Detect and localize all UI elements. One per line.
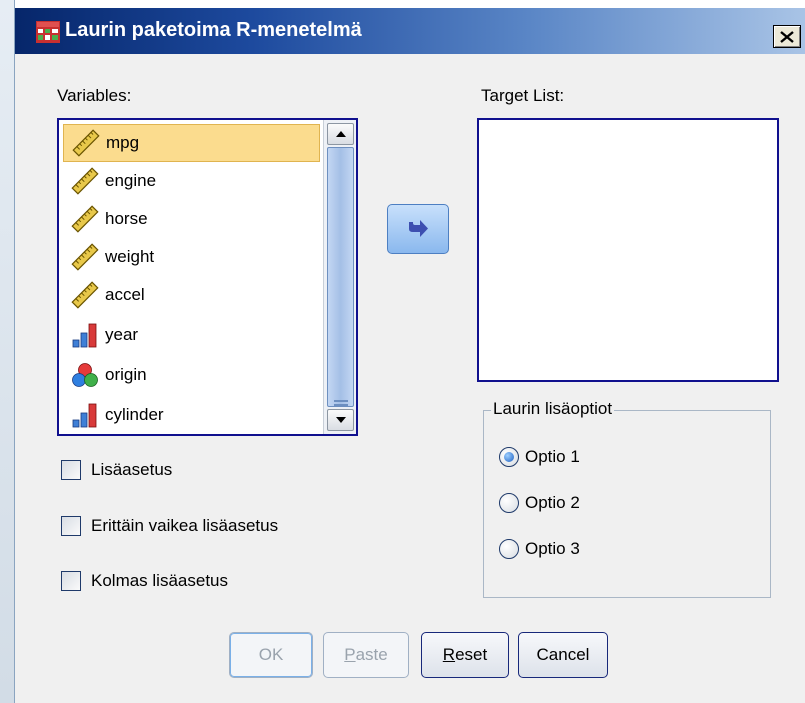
ordinal-bars-icon	[69, 320, 101, 350]
scale-ruler-icon	[70, 128, 102, 158]
checkbox-erittain-vaikea-lisaasetus[interactable]: Erittäin vaikea lisäasetus	[61, 516, 278, 536]
paste-label-rest: aste	[355, 645, 388, 664]
checkbox-icon	[61, 571, 81, 591]
variables-scrollbar[interactable]	[323, 120, 356, 434]
paste-mnemonic: P	[344, 645, 356, 664]
list-item[interactable]: engine	[63, 162, 320, 200]
radio-selected-dot	[504, 452, 514, 462]
target-listbox[interactable]	[477, 118, 779, 382]
cancel-button-label: Cancel	[536, 645, 590, 664]
radio-label: Optio 3	[525, 539, 580, 558]
scroll-grip	[334, 404, 348, 406]
scale-ruler-icon	[69, 280, 101, 310]
list-item-label: horse	[105, 209, 148, 228]
list-item-label: weight	[105, 247, 155, 266]
radio-optio-3[interactable]: Optio 3	[499, 539, 580, 559]
reset-button[interactable]: Reset	[421, 632, 509, 678]
reset-label-rest: eset	[455, 645, 488, 664]
arrow-up-icon	[335, 131, 346, 137]
dialog-window: Laurin paketoima R-menetelmä Variables: …	[14, 0, 805, 703]
close-icon	[780, 30, 794, 43]
reset-button-label: Reset	[443, 645, 487, 665]
list-item[interactable]: origin	[63, 356, 320, 394]
close-button[interactable]	[773, 25, 801, 48]
title-bar[interactable]: Laurin paketoima R-menetelmä	[15, 8, 805, 54]
variables-label: Variables:	[57, 86, 132, 105]
list-item-label: engine	[105, 171, 157, 190]
list-item-label: origin	[105, 365, 147, 384]
checkbox-kolmas-lisaasetus[interactable]: Kolmas lisäasetus	[61, 571, 228, 591]
scale-ruler-icon	[69, 204, 101, 234]
list-item[interactable]: year	[63, 316, 320, 354]
target-list-label: Target List:	[481, 86, 565, 105]
list-item[interactable]: accel	[63, 276, 320, 314]
paste-button-label: Paste	[344, 645, 387, 665]
list-item-label: accel	[105, 285, 145, 304]
dialog-content: Variables: mpg engine horse weight accel…	[15, 54, 805, 703]
paste-button[interactable]: Paste	[323, 632, 409, 678]
radio-button-icon	[499, 447, 519, 467]
list-item[interactable]: cylinder	[63, 396, 320, 434]
list-item-label: year	[105, 325, 139, 344]
checkbox-label: Erittäin vaikea lisäasetus	[91, 516, 279, 535]
move-to-target-button[interactable]	[387, 204, 449, 254]
options-group-legend: Laurin lisäoptiot	[491, 399, 615, 419]
scale-ruler-icon	[69, 166, 101, 196]
scroll-down-button[interactable]	[327, 409, 354, 431]
reset-mnemonic: R	[442, 645, 456, 664]
checkbox-label: Lisäasetus	[91, 460, 173, 479]
list-item-label: mpg	[106, 133, 140, 152]
ordinal-bars-icon	[69, 400, 101, 430]
checkbox-icon	[61, 460, 81, 480]
desktop-edge	[0, 0, 14, 703]
app-grid-icon	[36, 21, 60, 43]
list-item-label: cylinder	[105, 405, 164, 424]
arrow-right-icon	[409, 220, 428, 237]
radio-label: Optio 1	[525, 447, 580, 466]
window-top-strip	[15, 0, 805, 8]
list-item[interactable]: mpg	[63, 124, 320, 162]
radio-optio-2[interactable]: Optio 2	[499, 493, 580, 513]
scroll-up-button[interactable]	[327, 123, 354, 145]
radio-button-icon	[499, 493, 519, 513]
checkbox-lisaasetus[interactable]: Lisäasetus	[61, 460, 172, 480]
radio-button-icon	[499, 539, 519, 559]
variables-listbox[interactable]: mpg engine horse weight accel year origi…	[57, 118, 358, 436]
checkbox-icon	[61, 516, 81, 536]
list-item[interactable]: horse	[63, 200, 320, 238]
scroll-thumb[interactable]	[327, 147, 354, 407]
scale-ruler-icon	[69, 242, 101, 272]
window-title: Laurin paketoima R-menetelmä	[65, 19, 362, 41]
cancel-button[interactable]: Cancel	[518, 632, 608, 678]
ok-button-label: OK	[258, 645, 284, 664]
variables-list-items: mpg engine horse weight accel year origi…	[59, 120, 323, 434]
nominal-circles-icon	[69, 360, 101, 390]
arrow-down-icon	[335, 417, 346, 423]
checkbox-label: Kolmas lisäasetus	[91, 571, 229, 590]
radio-label: Optio 2	[525, 493, 580, 512]
scroll-grip	[334, 400, 348, 402]
radio-optio-1[interactable]: Optio 1	[499, 447, 580, 467]
list-item[interactable]: weight	[63, 238, 320, 276]
ok-button[interactable]: OK	[229, 632, 313, 678]
